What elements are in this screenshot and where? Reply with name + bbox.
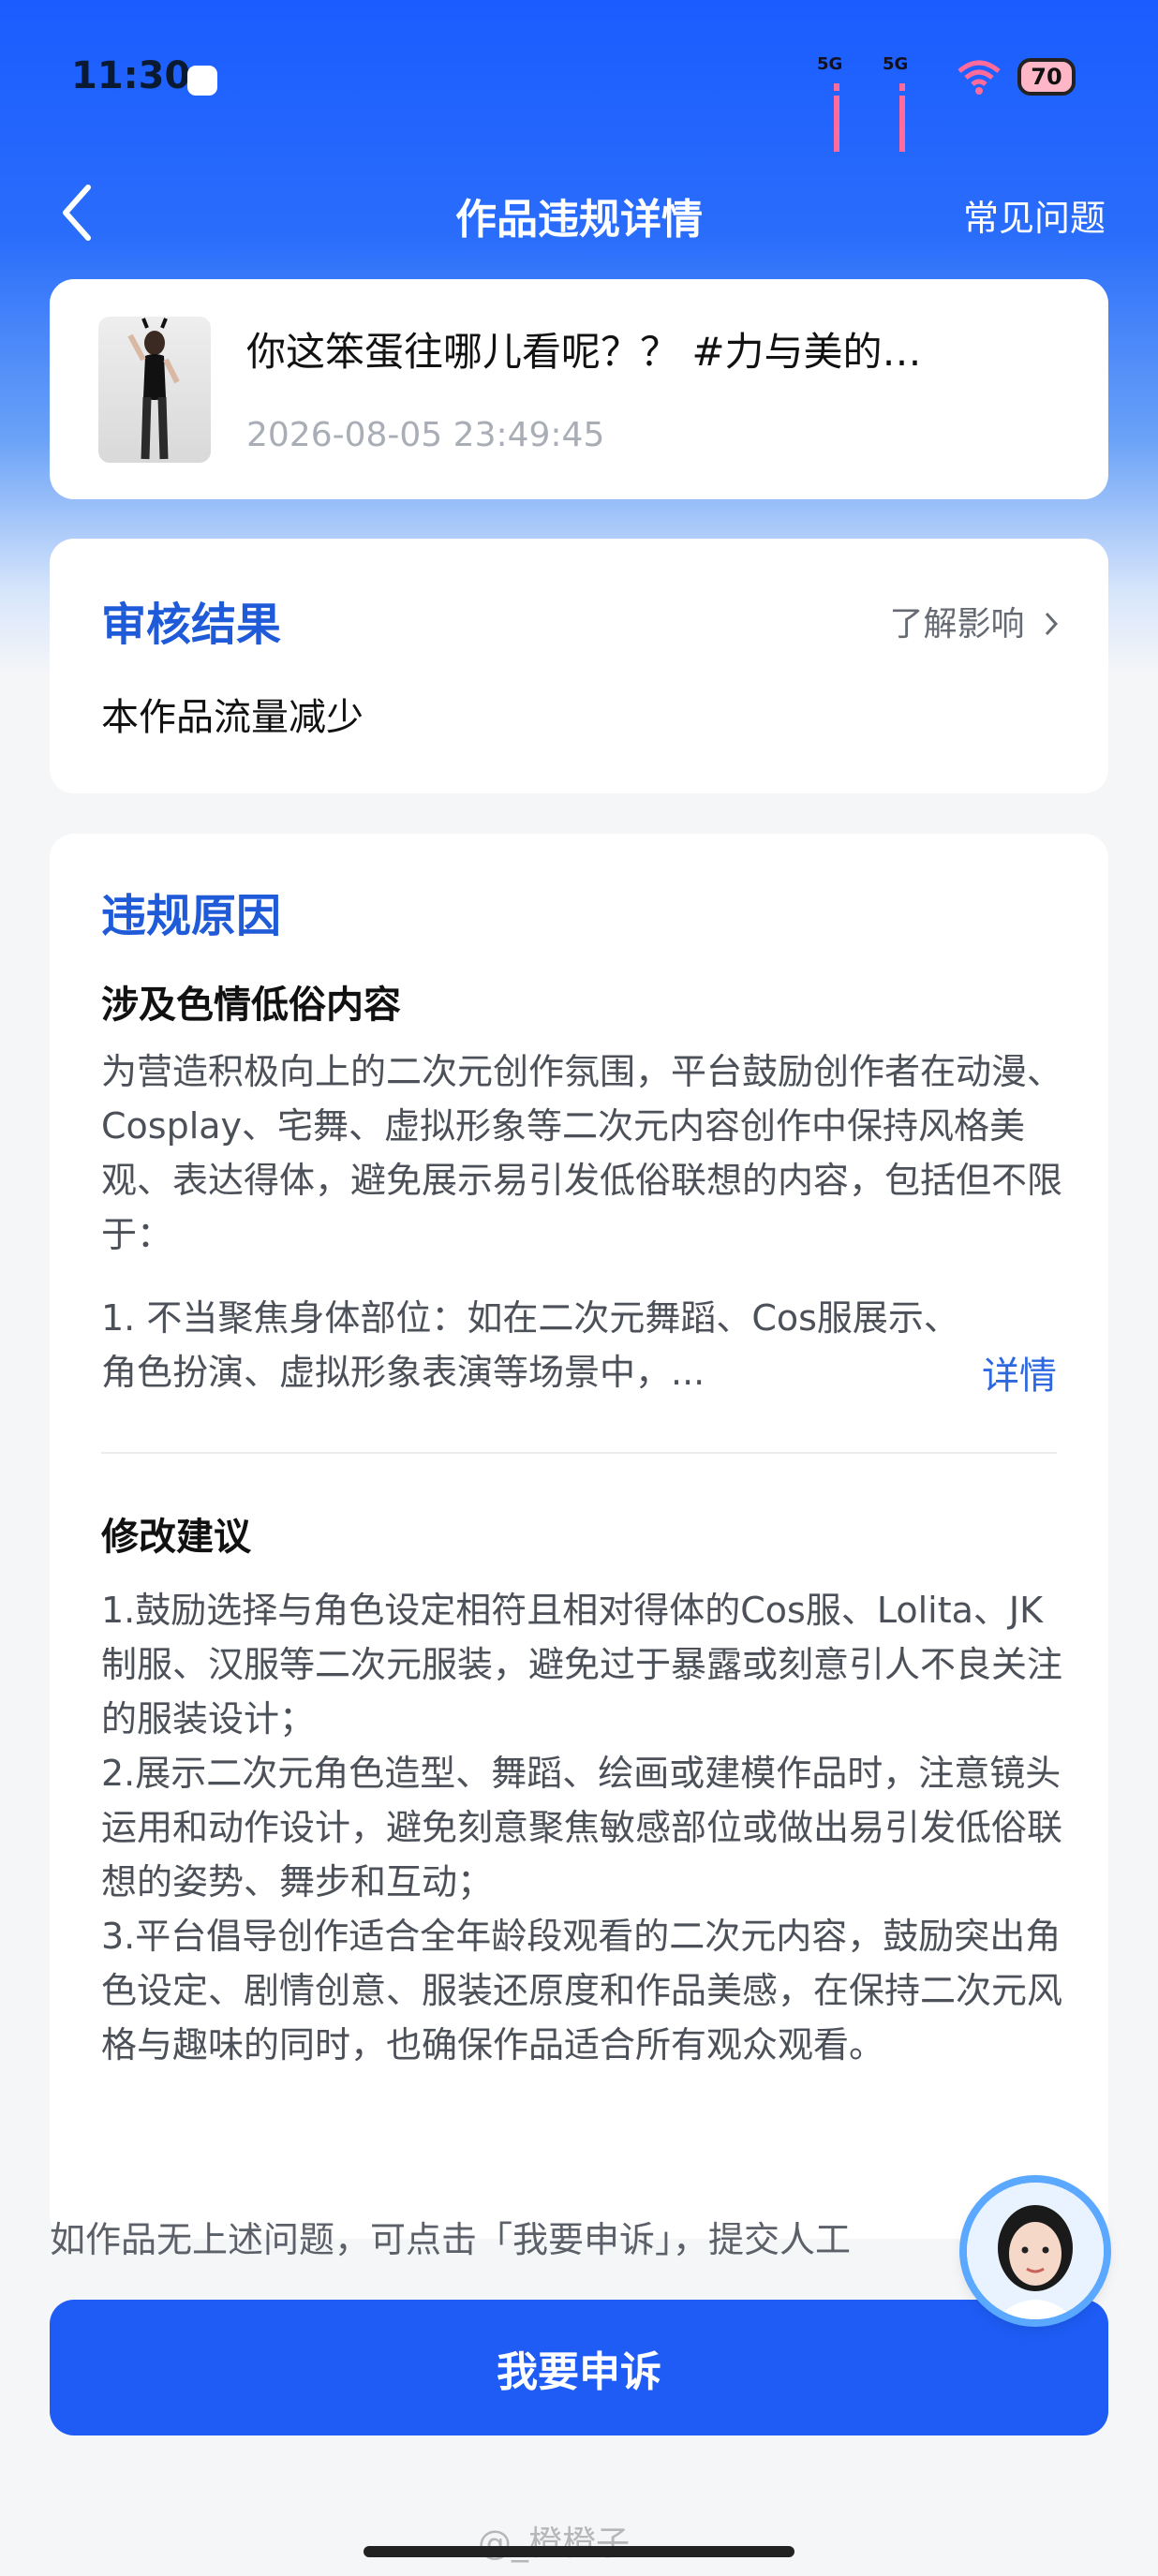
suggestion-item: 1.鼓励选择与角色设定相符且相对得体的Cos服、Lolita、JK制服、汉服等二…	[101, 1590, 1063, 1740]
notification-icon	[187, 66, 217, 96]
violation-reason-card: 违规原因 涉及色情低俗内容 为营造积极向上的二次元创作氛围，平台鼓励创作者在动漫…	[50, 834, 1108, 2239]
work-card[interactable]: 你这笨蛋往哪儿看呢？？ #力与美的… 2026-08-05 23:49:45	[50, 279, 1108, 499]
work-timestamp: 2026-08-05 23:49:45	[246, 416, 605, 454]
details-link[interactable]: 详情	[982, 1345, 1057, 1399]
network-label-2: 5G	[883, 54, 909, 74]
divider	[101, 1452, 1057, 1454]
suggestion-item: 3.平台倡导创作适合全年龄段观看的二次元内容，鼓励突出角色设定、剧情创意、服装还…	[101, 1916, 1063, 2065]
learn-impact-label: 了解影响	[889, 605, 1025, 644]
watermark: @_橙橙子	[478, 2524, 631, 2563]
chevron-right-icon	[1045, 612, 1059, 636]
violation-type: 涉及色情低俗内容	[101, 984, 401, 1027]
suggestion-list: 1.鼓励选择与角色设定相符且相对得体的Cos服、Lolita、JK制服、汉服等二…	[101, 1583, 1066, 2072]
review-result-heading: 审核结果	[101, 599, 282, 651]
violation-reason-heading: 违规原因	[101, 890, 282, 942]
status-time: 11:30	[71, 54, 191, 97]
assistant-avatar[interactable]	[967, 2183, 1104, 2319]
appeal-hint: 如作品无上述问题，可点击「我要申诉」，提交人工	[50, 2219, 852, 2260]
network-label: 5G	[817, 54, 843, 74]
battery-icon: 70	[1017, 58, 1076, 96]
review-result-card: 审核结果 了解影响 本作品流量减少	[50, 539, 1108, 793]
learn-impact-link[interactable]: 了解影响	[890, 597, 1060, 645]
work-title: 你这笨蛋往哪儿看呢？？ #力与美的…	[246, 329, 922, 375]
battery-level: 70	[1031, 64, 1062, 90]
status-bar: 11:30 5G 5G 70	[0, 0, 1158, 159]
wifi-icon	[958, 60, 1001, 95]
violation-item: 1. 不当聚焦身体部位：如在二次元舞蹈、Cos服展示、角色扮演、虚拟形象表演等场…	[101, 1297, 959, 1393]
suggestion-item: 2.展示二次元角色造型、舞蹈、绘画或建模作品时，注意镜头运用和动作设计，避免刻意…	[101, 1753, 1063, 1902]
work-thumbnail	[98, 317, 211, 463]
faq-link[interactable]: 常见问题	[963, 189, 1106, 241]
violation-description: 为营造积极向上的二次元创作氛围，平台鼓励创作者在动漫、Cosplay、宅舞、虚拟…	[101, 1051, 1063, 1255]
suggestion-heading: 修改建议	[101, 1516, 251, 1559]
appeal-button[interactable]: 我要申诉	[50, 2300, 1108, 2435]
review-result-text: 本作品流量减少	[101, 696, 364, 739]
home-indicator[interactable]	[364, 2546, 794, 2557]
